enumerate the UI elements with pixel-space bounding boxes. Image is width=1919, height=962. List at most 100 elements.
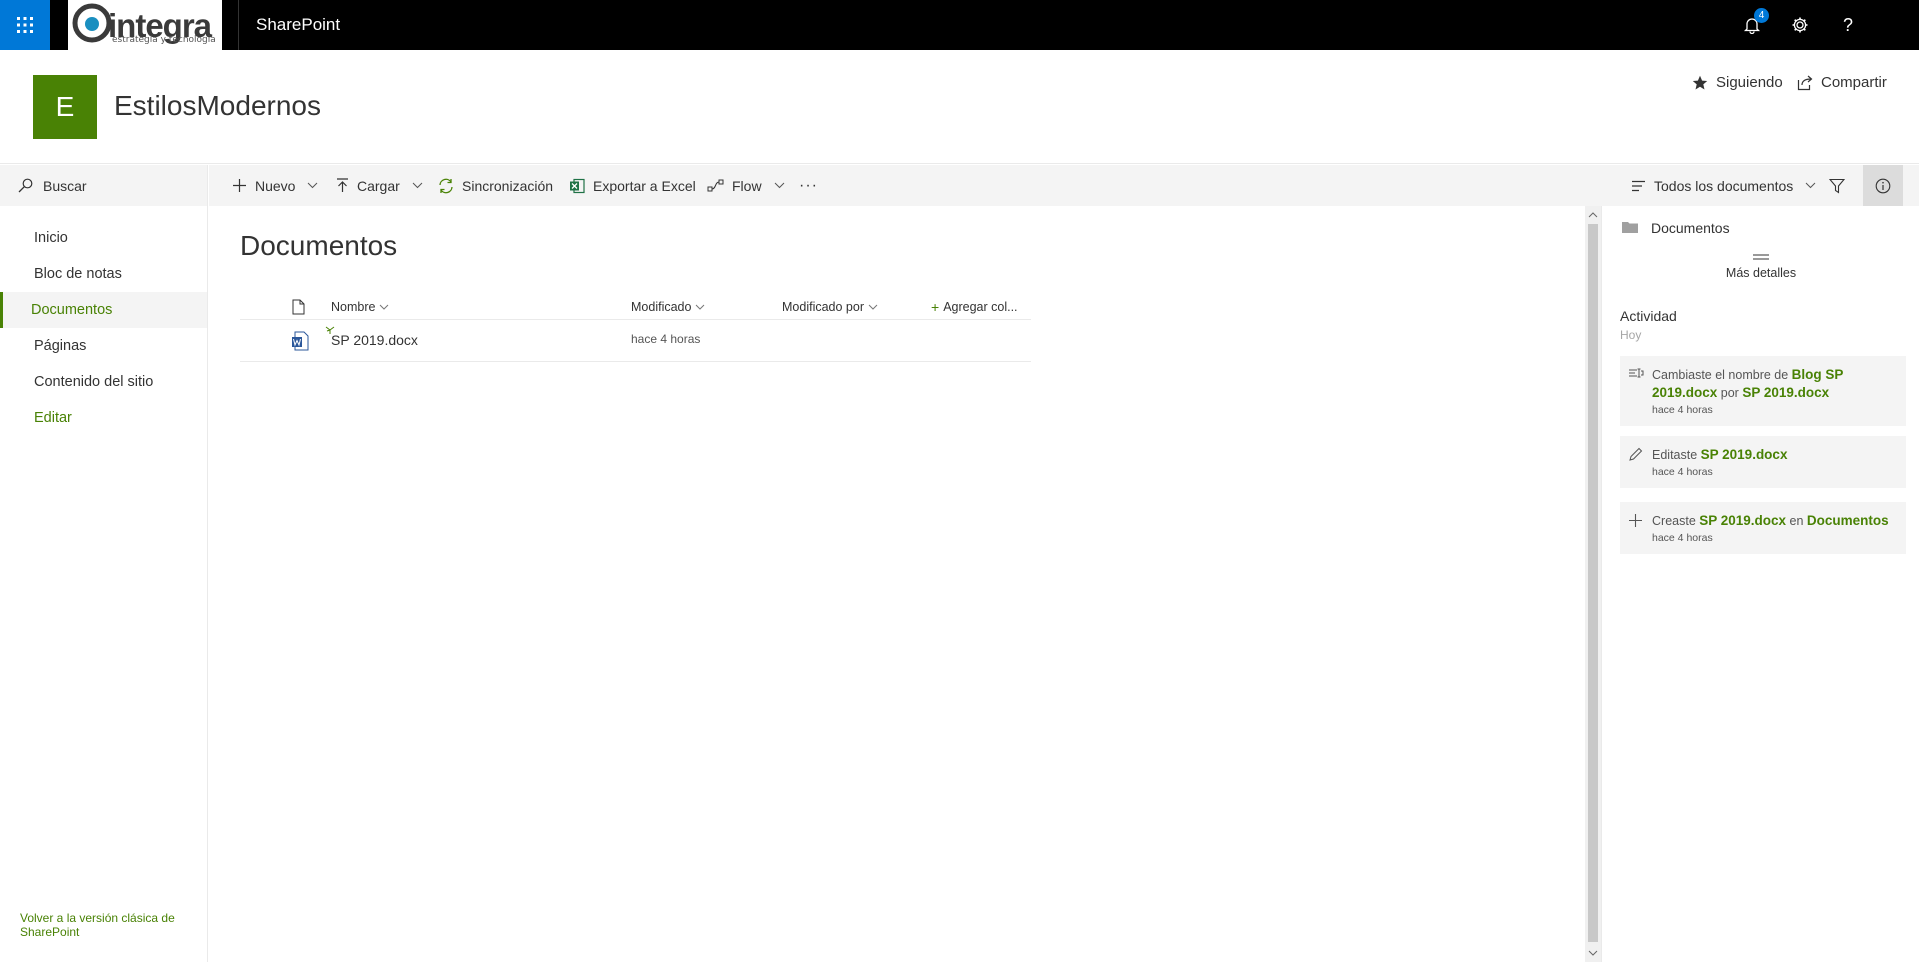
nav-item-documentos[interactable]: Documentos bbox=[0, 292, 207, 328]
app-name[interactable]: SharePoint bbox=[256, 15, 340, 35]
activity-card-rename: Cambiaste el nombre de Blog SP 2019.docx… bbox=[1620, 356, 1906, 426]
chevron-down-icon bbox=[412, 182, 423, 189]
sync-label: Sincronización bbox=[462, 177, 554, 194]
search-box[interactable]: Buscar bbox=[0, 165, 207, 206]
chevron-down-icon bbox=[380, 304, 389, 310]
table-row[interactable]: SP 2019.docx hace 4 horas bbox=[240, 319, 1031, 362]
scrollbar-thumb[interactable] bbox=[1588, 224, 1598, 942]
column-header-modified[interactable]: Modificado bbox=[631, 292, 705, 322]
share-label: Compartir bbox=[1821, 74, 1887, 91]
flow-button[interactable]: Flow bbox=[707, 165, 785, 206]
app-launcher-button[interactable] bbox=[0, 0, 50, 50]
share-button[interactable]: Compartir bbox=[1797, 74, 1887, 91]
pane-title: Documentos bbox=[1651, 220, 1730, 236]
activity-folder-link[interactable]: Documentos bbox=[1807, 513, 1889, 528]
scroll-up-arrow-icon bbox=[1588, 212, 1598, 218]
column-name-label: Nombre bbox=[331, 300, 376, 314]
export-excel-button[interactable]: Exportar a Excel bbox=[569, 165, 696, 206]
ellipsis-icon: ··· bbox=[799, 176, 818, 194]
notifications-button[interactable]: 4 bbox=[1728, 0, 1776, 50]
activity-card-edit: Editaste SP 2019.docx hace 4 horas bbox=[1620, 436, 1906, 488]
plus-icon bbox=[1629, 514, 1642, 527]
nav-item-bloc-de-notas[interactable]: Bloc de notas bbox=[0, 256, 207, 292]
activity-card-create: Creaste SP 2019.docx en Documentos hace … bbox=[1620, 502, 1906, 554]
star-icon bbox=[1692, 75, 1708, 89]
info-pane-toggle[interactable] bbox=[1863, 165, 1903, 206]
activity-date-group: Hoy bbox=[1620, 328, 1642, 342]
help-button[interactable]: ? bbox=[1824, 0, 1872, 50]
column-header-name[interactable]: Nombre bbox=[331, 292, 389, 322]
file-modified-value: hace 4 horas bbox=[631, 332, 701, 346]
share-icon bbox=[1797, 75, 1813, 90]
search-input[interactable]: Buscar bbox=[43, 178, 87, 194]
rename-icon bbox=[1629, 368, 1644, 378]
flow-label: Flow bbox=[732, 177, 762, 194]
file-type-icon bbox=[292, 299, 305, 315]
filter-button[interactable] bbox=[1829, 165, 1845, 206]
company-logo[interactable]: integra estrategia y tecnologia bbox=[68, 0, 222, 50]
upload-button[interactable]: Cargar bbox=[336, 165, 423, 206]
vertical-scrollbar[interactable] bbox=[1585, 206, 1601, 962]
activity-title: Actividad bbox=[1620, 308, 1677, 324]
nav-list: Inicio Bloc de notas Documentos Páginas … bbox=[0, 220, 207, 436]
activity-text: por bbox=[1717, 386, 1743, 400]
column-modified-by-label: Modificado por bbox=[782, 300, 864, 314]
word-document-icon bbox=[292, 331, 309, 351]
activity-file-link[interactable]: SP 2019.docx bbox=[1699, 513, 1786, 528]
drag-handle-icon bbox=[1753, 254, 1769, 260]
site-header: E EstilosModernos Siguiendo Compartir bbox=[0, 50, 1919, 164]
more-details-label: Más detalles bbox=[1725, 266, 1797, 280]
folder-icon bbox=[1622, 222, 1638, 233]
add-column-label: Agregar col... bbox=[943, 300, 1018, 314]
site-title[interactable]: EstilosModernos bbox=[114, 90, 321, 122]
pencil-icon bbox=[1629, 447, 1643, 461]
export-label: Exportar a Excel bbox=[593, 177, 696, 194]
more-commands-button[interactable]: ··· bbox=[799, 165, 818, 206]
activity-file-link[interactable]: SP 2019.docx bbox=[1701, 447, 1788, 462]
column-type-header[interactable] bbox=[292, 292, 305, 322]
question-icon: ? bbox=[1842, 14, 1853, 35]
details-pane: Documentos Más detalles Actividad Hoy Ca… bbox=[1601, 206, 1919, 962]
follow-label: Siguiendo bbox=[1716, 74, 1783, 91]
add-column-button[interactable]: + Agregar col... bbox=[931, 292, 1018, 322]
nav-item-contenido-del-sitio[interactable]: Contenido del sitio bbox=[0, 364, 207, 400]
nav-edit-link[interactable]: Editar bbox=[0, 400, 207, 436]
left-navigation: Buscar Inicio Bloc de notas Documentos P… bbox=[0, 165, 208, 962]
flow-icon bbox=[707, 179, 724, 192]
view-selector[interactable]: Todos los documentos bbox=[1631, 165, 1816, 206]
upload-label: Cargar bbox=[357, 177, 400, 194]
sync-icon bbox=[439, 178, 453, 193]
more-details-button[interactable]: Más detalles bbox=[1602, 254, 1919, 280]
search-icon bbox=[18, 178, 33, 193]
notification-badge: 4 bbox=[1754, 8, 1769, 23]
column-modified-label: Modificado bbox=[631, 300, 692, 314]
activity-text: Creaste bbox=[1652, 514, 1700, 528]
waffle-icon bbox=[17, 17, 33, 33]
logo-tagline: estrategia y tecnologia bbox=[112, 35, 216, 45]
suite-divider bbox=[238, 0, 239, 50]
view-list-icon bbox=[1632, 180, 1645, 191]
view-label: Todos los documentos bbox=[1654, 177, 1794, 194]
activity-time: hace 4 horas bbox=[1652, 404, 1713, 416]
column-header-modified-by[interactable]: Modificado por bbox=[782, 292, 878, 322]
classic-view-link[interactable]: Volver a la versión clásica de SharePoin… bbox=[20, 911, 195, 939]
activity-file-link[interactable]: SP 2019.docx bbox=[1742, 385, 1829, 400]
site-logo[interactable]: E bbox=[33, 75, 97, 139]
new-button[interactable]: Nuevo bbox=[232, 165, 318, 206]
plus-icon: + bbox=[931, 299, 940, 315]
chevron-down-icon bbox=[308, 182, 318, 189]
file-name-link[interactable]: SP 2019.docx bbox=[331, 332, 418, 348]
filter-icon bbox=[1829, 178, 1845, 194]
nav-item-paginas[interactable]: Páginas bbox=[0, 328, 207, 364]
activity-text: Cambiaste el nombre de bbox=[1652, 368, 1792, 382]
logo-mark-icon bbox=[72, 3, 112, 43]
upload-icon bbox=[337, 178, 348, 192]
settings-button[interactable] bbox=[1776, 0, 1824, 50]
activity-text: Editaste bbox=[1652, 448, 1701, 462]
command-bar: Nuevo Cargar Sincronización Exportar a E… bbox=[209, 165, 1919, 206]
main-content: Documentos Nombre Modificado Modificado … bbox=[209, 206, 1585, 962]
nav-item-inicio[interactable]: Inicio bbox=[0, 220, 207, 256]
sync-button[interactable]: Sincronización bbox=[438, 165, 553, 206]
info-icon bbox=[1875, 178, 1891, 193]
follow-button[interactable]: Siguiendo bbox=[1692, 74, 1783, 91]
